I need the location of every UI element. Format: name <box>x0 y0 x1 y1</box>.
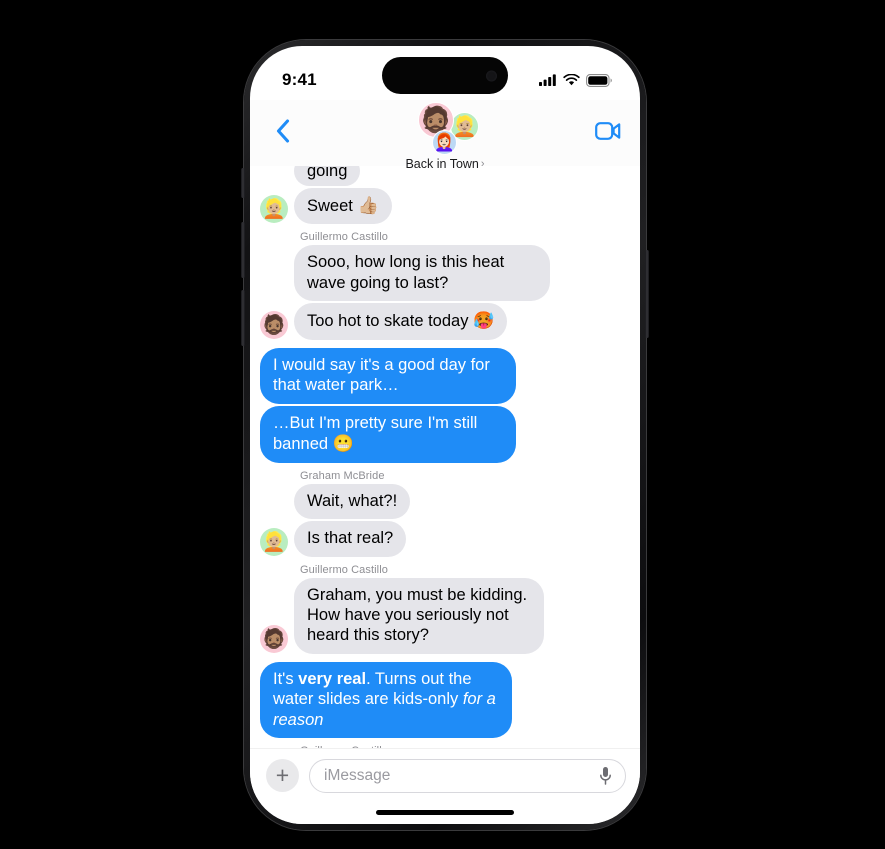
dictation-button[interactable] <box>595 765 615 787</box>
volume-up-button[interactable] <box>241 222 245 278</box>
message-bubble[interactable]: Too hot to skate today 🥵 <box>285 303 508 341</box>
message-row[interactable]: 👱🏼 Sweet 👍🏼 <box>260 188 630 225</box>
message-row[interactable]: It's very real. Turns out the water slid… <box>260 661 630 739</box>
power-button[interactable] <box>645 250 649 338</box>
conversation-nav-bar: 🧔🏽 👱🏼 👩🏻‍🦰 Back in Town › <box>250 100 640 171</box>
sender-label: Graham McBride <box>300 469 385 482</box>
message-text: Too hot to skate today <box>307 312 474 331</box>
back-chevron-icon <box>276 119 290 143</box>
conversation-title: Back in Town <box>405 157 479 171</box>
add-attachment-button[interactable]: + <box>266 759 299 792</box>
silent-switch-button[interactable] <box>241 168 245 198</box>
message-bubble[interactable]: Graham, you must be kidding. How have yo… <box>286 577 544 655</box>
microphone-icon <box>599 767 611 785</box>
screenshot-stage: 9:41 <box>0 0 885 849</box>
message-row[interactable]: Sooo, how long is this heat wave going t… <box>260 245 630 302</box>
message-text: …But I'm pretty sure I'm still banned <box>273 413 478 454</box>
avatar-spacer <box>260 272 288 300</box>
message-bubble[interactable]: Sweet 👍🏼 <box>286 188 392 225</box>
message-input[interactable] <box>324 767 595 785</box>
message-row[interactable]: I would say it's a good day for that wat… <box>260 347 630 404</box>
avatar-third-participant: 👩🏻‍🦰 <box>432 130 457 155</box>
message-avatar-guillermo: 🧔🏽 <box>260 310 288 339</box>
rich-part-bold: very real <box>298 669 367 688</box>
message-bubble[interactable]: Is that real? <box>285 521 407 557</box>
message-row[interactable]: Wait, what?! <box>260 483 630 520</box>
conversation-header[interactable]: 🧔🏽 👱🏼 👩🏻‍🦰 Back in Town › <box>405 102 485 171</box>
thumbs-up-emoji: 👍🏼 <box>357 196 379 215</box>
grimacing-face-emoji: 😬 <box>332 434 354 454</box>
chevron-right-icon: › <box>480 158 485 170</box>
avatar-spacer <box>260 490 288 518</box>
message-bubble[interactable]: Wait, what?! <box>294 483 411 520</box>
message-bubble-rich[interactable]: It's very real. Turns out the water slid… <box>260 661 520 739</box>
message-bubble[interactable]: Sooo, how long is this heat wave going t… <box>294 245 550 302</box>
facetime-button[interactable] <box>590 114 626 148</box>
status-indicators <box>539 73 612 87</box>
plus-icon: + <box>275 762 290 788</box>
back-button[interactable] <box>266 114 300 148</box>
message-row[interactable]: …But I'm pretty sure I'm still banned 😬 <box>260 405 630 463</box>
message-bubble[interactable]: I would say it's a good day for that wat… <box>260 347 516 404</box>
message-row[interactable]: 👱🏼 Is that real? <box>260 521 630 557</box>
phone-screen: 9:41 <box>250 46 640 824</box>
status-time: 9:41 <box>282 70 317 89</box>
message-row[interactable]: 🧔🏽 Graham, you must be kidding. How have… <box>260 577 630 655</box>
rich-part-normal: It's <box>273 669 299 688</box>
message-text: Sweet <box>307 197 358 215</box>
home-indicator <box>376 810 514 815</box>
group-avatar-cluster: 🧔🏽 👱🏼 👩🏻‍🦰 <box>410 102 480 156</box>
message-avatar-guillermo: 🧔🏽 <box>260 624 288 653</box>
sender-label: Guillermo Castillo <box>300 563 388 576</box>
signal-bars-icon <box>539 74 556 86</box>
video-camera-icon <box>595 122 621 140</box>
message-thread[interactable]: going 👱🏼 Sweet 👍🏼 Guillermo Castillo Soo… <box>250 166 640 748</box>
message-avatar-graham: 👱🏼 <box>260 195 288 224</box>
message-input-wrap[interactable] <box>309 759 626 793</box>
clipped-message-bubble: going <box>294 166 361 186</box>
battery-icon <box>586 73 612 87</box>
volume-down-button[interactable] <box>241 290 245 346</box>
hot-face-emoji: 🥵 <box>473 311 495 331</box>
message-bubble[interactable]: …But I'm pretty sure I'm still banned 😬 <box>260 405 524 463</box>
conversation-title-row: Back in Town › <box>405 157 484 171</box>
message-row[interactable]: 🧔🏽 Too hot to skate today 🥵 <box>260 303 630 341</box>
dynamic-island <box>382 57 508 94</box>
message-avatar-graham: 👱🏼 <box>260 527 288 556</box>
wifi-icon <box>563 74 580 86</box>
front-camera-icon <box>486 70 497 81</box>
sender-label: Guillermo Castillo <box>300 231 388 244</box>
